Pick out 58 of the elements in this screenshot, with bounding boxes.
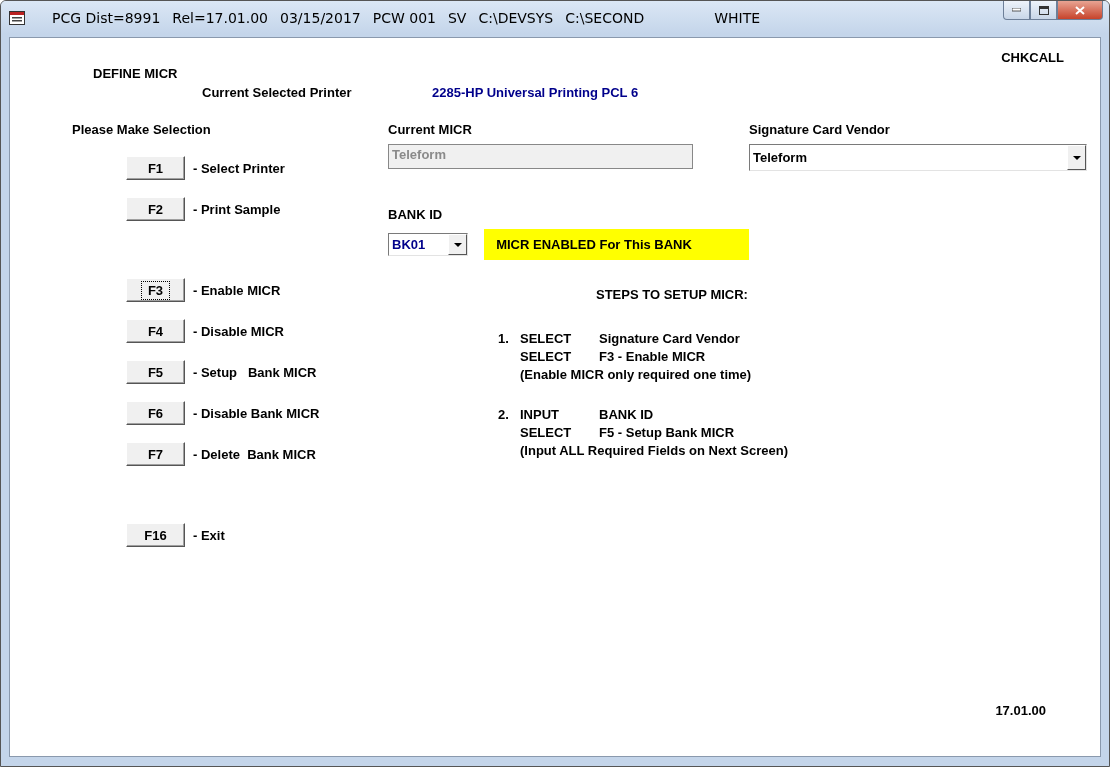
step-action: SELECT [520,349,573,364]
screen-heading: DEFINE MICR [93,66,178,81]
minimize-icon [1012,8,1021,12]
step-note: (Input ALL Required Fields on Next Screen) [520,443,789,458]
function-key-label: - Print Sample [193,201,281,217]
window-title: C:\SECOND [565,9,645,26]
window-title: PCG Dist=8991 [52,9,161,26]
step-text: F5 - Setup Bank MICR [599,425,736,440]
dropdown-arrow-icon [1072,155,1081,160]
function-key-label: - Disable MICR [193,323,284,339]
field-label: BANK ID [388,207,443,222]
function-key-button[interactable]: F4 [126,319,185,343]
window-title: WHITE [714,9,761,26]
dropdown-button[interactable] [448,234,468,255]
dropdown-arrow-icon [453,242,462,247]
window-title: PCW 001 [372,9,436,26]
window-title: SV [447,9,467,26]
close-button[interactable] [1057,1,1103,20]
minimize-button[interactable] [1003,1,1030,20]
function-key-button[interactable]: F1 [126,156,185,180]
close-icon [1075,5,1085,15]
step-number: 2. [498,407,510,422]
step-note: (Enable MICR only required one time) [520,367,753,382]
field-label: Current Selected Printer [202,85,353,100]
function-key-button[interactable]: F7 [126,442,185,466]
steps-heading: STEPS TO SETUP MICR: [595,287,749,302]
step-action: INPUT [520,407,560,422]
printer-name: 2285-HP Universal Printing PCL 6 [432,85,639,100]
section-heading: Please Make Selection [72,122,211,137]
function-key-label: - Select Printer [193,160,285,176]
function-key-button[interactable]: F5 [126,360,185,384]
step-text: Signature Card Vendor [599,331,741,346]
function-key-label: - Disable Bank MICR [193,405,320,421]
function-key-button[interactable]: F3 [126,278,185,302]
field-label: Current MICR [388,122,472,137]
step-action: SELECT [520,425,573,440]
screen-code: CHKCALL [1001,50,1064,65]
function-key-button[interactable]: F6 [126,401,185,425]
app-menu-icon[interactable] [9,10,25,25]
function-key-button[interactable]: F2 [126,197,185,221]
maximize-icon [1038,5,1049,15]
function-key-label: - Delete Bank MICR [193,446,316,462]
step-number: 1. [498,331,510,346]
step-text: BANK ID [599,407,655,422]
function-key-label: - Setup Bank MICR [193,364,317,380]
window-title: Rel=17.01.00 [172,9,269,26]
step-text: F3 - Enable MICR [599,349,707,364]
window-title: 03/15/2017 [280,9,361,26]
step-action: SELECT [520,331,573,346]
maximize-button[interactable] [1030,1,1057,20]
function-key-button[interactable]: F16 [126,523,185,547]
dropdown-button[interactable] [1067,145,1086,170]
function-key-label: - Enable MICR [193,282,281,298]
function-key-label: - Exit [193,527,225,543]
window-title: C:\DEVSYS [478,9,554,26]
field-label: Signature Card Vendor [749,122,890,137]
status-banner: MICR ENABLED For This BANK [484,229,749,260]
version-number: 17.01.00 [995,703,1046,718]
